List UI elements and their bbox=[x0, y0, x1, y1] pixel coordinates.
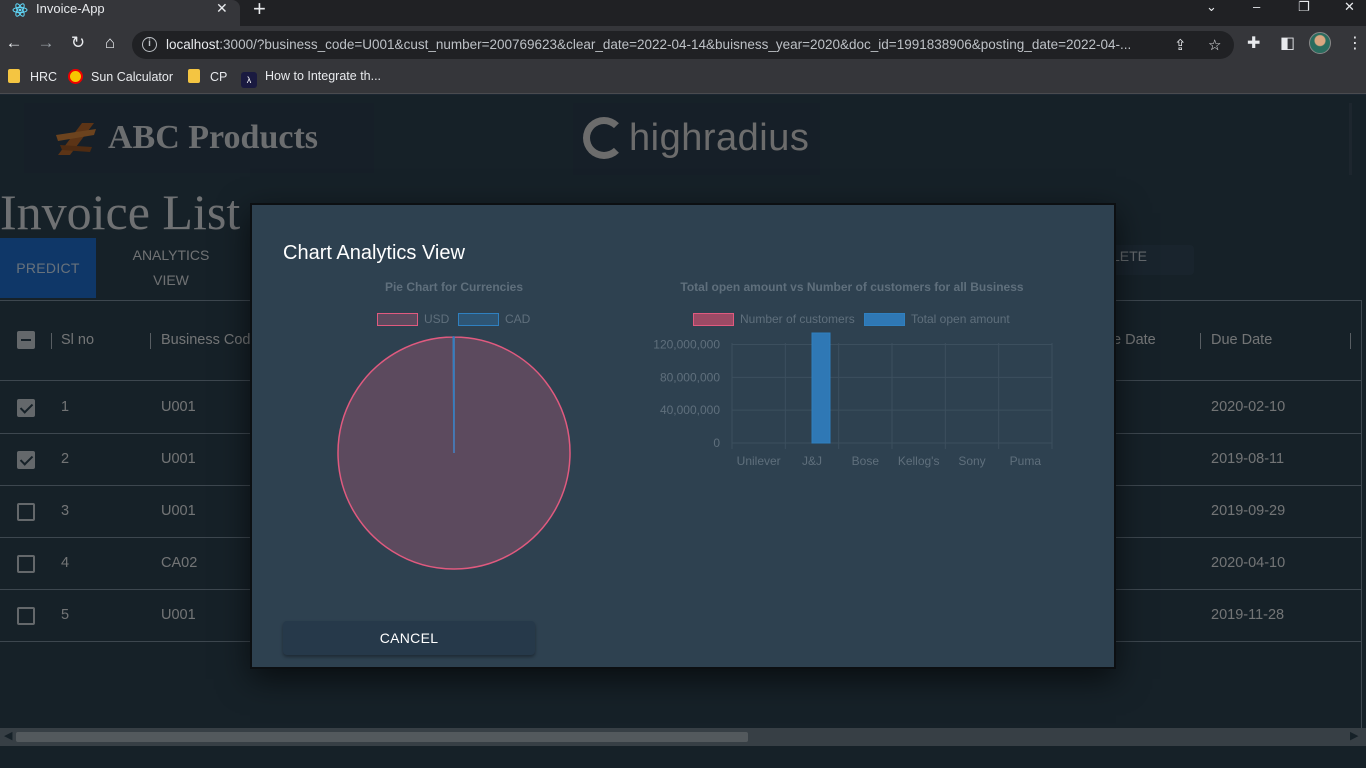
browser-toolbar: ← → ↻ ⌂ i localhost:3000/?business_code=… bbox=[0, 26, 1366, 62]
x-tick-label: Kellog's bbox=[898, 454, 940, 468]
back-icon[interactable]: ← bbox=[4, 33, 24, 53]
legend-swatch-cad[interactable] bbox=[458, 313, 499, 326]
currency-pie-chart bbox=[337, 336, 571, 570]
share-icon[interactable]: ⇪ bbox=[1174, 36, 1187, 54]
url-path: :3000/?business_code=U001&cust_number=20… bbox=[219, 37, 1132, 52]
legend-label-usd[interactable]: USD bbox=[424, 312, 449, 326]
legend-label-cad[interactable]: CAD bbox=[505, 312, 530, 326]
y-tick-label: 120,000,000 bbox=[653, 337, 720, 351]
side-panel-icon[interactable]: ◧ bbox=[1280, 33, 1295, 53]
y-tick-label: 0 bbox=[713, 436, 720, 450]
tab-close-icon[interactable]: ✕ bbox=[216, 0, 228, 17]
bookmark-label: CP bbox=[210, 70, 228, 84]
profile-avatar[interactable] bbox=[1309, 32, 1331, 54]
react-icon bbox=[12, 3, 28, 17]
pie-chart-title: Pie Chart for Currencies bbox=[384, 280, 524, 294]
folder-icon bbox=[188, 69, 200, 83]
pie-slice-cad[interactable] bbox=[452, 336, 455, 454]
x-tick-label: Puma bbox=[1010, 454, 1042, 468]
bookmark-star-icon[interactable]: ☆ bbox=[1208, 36, 1221, 54]
cancel-button[interactable]: CANCEL bbox=[283, 621, 535, 655]
legend-swatch-customers[interactable] bbox=[693, 313, 734, 326]
bookmark-cp[interactable]: CP bbox=[188, 69, 227, 84]
business-bar-chart: 120,000,000 80,000,000 40,000,000 0 Unilever… bbox=[653, 332, 1053, 468]
x-tick-label: Unilever bbox=[737, 454, 781, 468]
bar-open-amount-jj[interactable] bbox=[811, 332, 831, 444]
extensions-icon[interactable]: ✚ bbox=[1247, 33, 1260, 53]
sun-icon bbox=[68, 69, 83, 84]
address-bar[interactable]: i localhost:3000/?business_code=U001&cus… bbox=[132, 31, 1234, 59]
browser-tab-strip: Invoice-App ✕ + ⌄ – ❐ ✕ bbox=[0, 0, 1366, 26]
site-info-icon[interactable]: i bbox=[142, 37, 157, 52]
url-text: localhost:3000/?business_code=U001&cust_… bbox=[166, 37, 1162, 52]
url-host: localhost bbox=[166, 37, 220, 52]
bookmark-hrc[interactable]: HRC bbox=[8, 69, 57, 84]
minimize-button[interactable]: – bbox=[1253, 0, 1260, 14]
bookmark-label: HRC bbox=[30, 70, 58, 84]
lambda-icon: λ bbox=[241, 72, 257, 88]
y-tick-label: 80,000,000 bbox=[660, 370, 720, 384]
tab-search-icon[interactable]: ⌄ bbox=[1206, 0, 1217, 15]
reload-icon[interactable]: ↻ bbox=[68, 33, 88, 53]
restore-button[interactable]: ❐ bbox=[1298, 0, 1310, 15]
x-tick-label: J&J bbox=[802, 454, 822, 468]
window-close-button[interactable]: ✕ bbox=[1344, 0, 1355, 15]
browser-tab[interactable]: Invoice-App ✕ bbox=[0, 0, 240, 26]
folder-icon bbox=[8, 69, 20, 83]
bookmarks-bar: HRC Sun Calculator CP λ How to Integrate … bbox=[0, 62, 1366, 94]
y-tick-label: 40,000,000 bbox=[660, 403, 720, 417]
bookmark-sun-calculator[interactable]: Sun Calculator bbox=[68, 69, 173, 84]
home-icon[interactable]: ⌂ bbox=[100, 33, 120, 53]
chart-analytics-dialog: Chart Analytics View Pie Chart for Curre… bbox=[250, 203, 1116, 669]
new-tab-button[interactable]: + bbox=[253, 0, 266, 22]
legend-label-customers[interactable]: Number of customers bbox=[740, 312, 855, 326]
bookmark-label: How to Integrate th... bbox=[265, 69, 382, 83]
legend-swatch-usd[interactable] bbox=[377, 313, 418, 326]
legend-label-open-amount[interactable]: Total open amount bbox=[911, 312, 1010, 326]
bookmark-label: Sun Calculator bbox=[91, 70, 173, 84]
browser-menu-icon[interactable]: ⋮ bbox=[1347, 33, 1363, 53]
x-tick-label: Bose bbox=[852, 454, 880, 468]
tab-title: Invoice-App bbox=[36, 1, 105, 16]
forward-icon[interactable]: → bbox=[36, 33, 56, 53]
dialog-title: Chart Analytics View bbox=[283, 242, 465, 264]
legend-swatch-open-amount[interactable] bbox=[864, 313, 905, 326]
bar-chart-title: Total open amount vs Number of customers… bbox=[680, 280, 1024, 294]
x-tick-label: Sony bbox=[958, 454, 985, 468]
bookmark-how-to-integrate[interactable]: λ How to Integrate th... bbox=[241, 69, 381, 88]
